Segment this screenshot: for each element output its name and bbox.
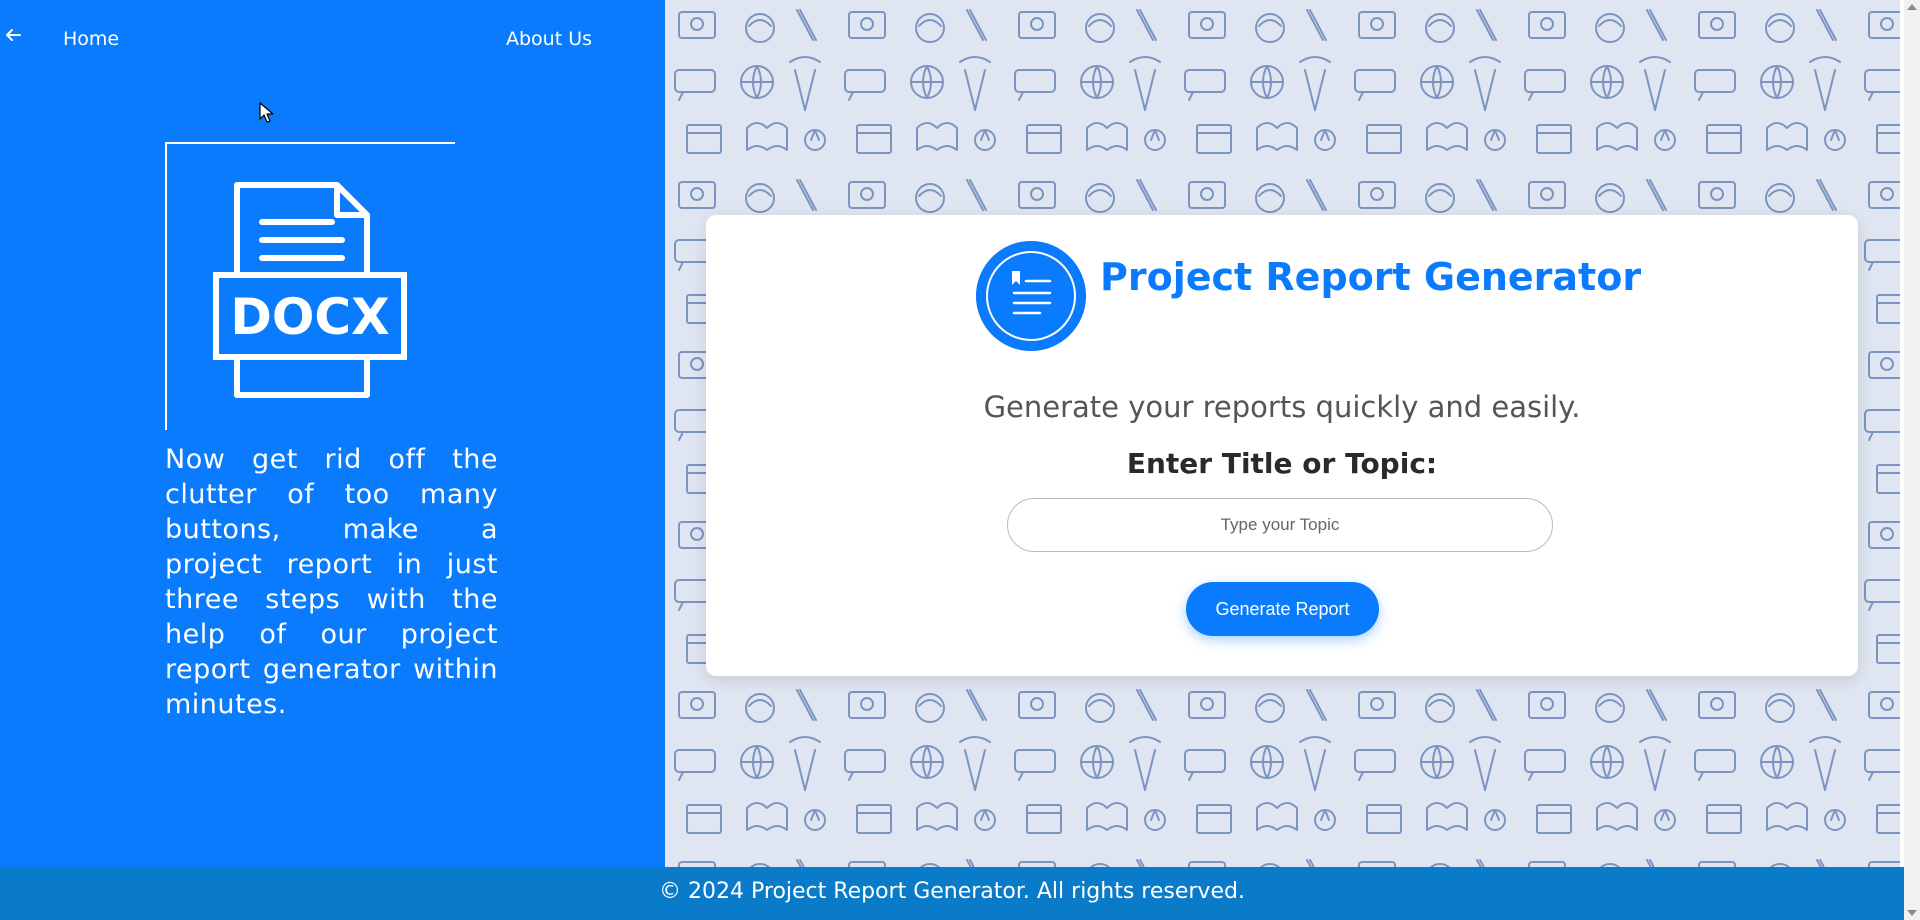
report-logo-icon <box>976 241 1086 351</box>
footer-copyright: © 2024 Project Report Generator. All rig… <box>659 879 1245 904</box>
illustration-frame-left <box>165 142 167 430</box>
nav-home-link[interactable]: Home <box>63 28 119 50</box>
scroll-up-arrow-icon[interactable] <box>1907 4 1917 10</box>
docx-file-icon: DOCX <box>213 182 407 398</box>
topic-input[interactable] <box>1007 498 1553 552</box>
vertical-scrollbar[interactable] <box>1904 0 1920 920</box>
footer: © 2024 Project Report Generator. All rig… <box>0 867 1904 920</box>
left-hero-panel: Home About Us DOCX Now get rid off the c… <box>0 0 665 867</box>
arrow-left-icon[interactable] <box>4 26 22 44</box>
hero-description: Now get rid off the clutter of too many … <box>165 444 498 720</box>
mouse-cursor-icon <box>259 102 274 123</box>
generate-report-button[interactable]: Generate Report <box>1186 582 1379 636</box>
scroll-down-arrow-icon[interactable] <box>1907 910 1917 916</box>
nav-about-link[interactable]: About Us <box>506 28 592 50</box>
page-subtitle: Generate your reports quickly and easily… <box>983 390 1581 424</box>
illustration-frame-top <box>165 142 455 144</box>
docx-label: DOCX <box>230 288 389 346</box>
report-generator-card: Project Report Generator Generate your r… <box>706 215 1858 676</box>
topic-field-label: Enter Title or Topic: <box>1126 447 1438 480</box>
page-title: Project Report Generator <box>1100 255 1642 299</box>
